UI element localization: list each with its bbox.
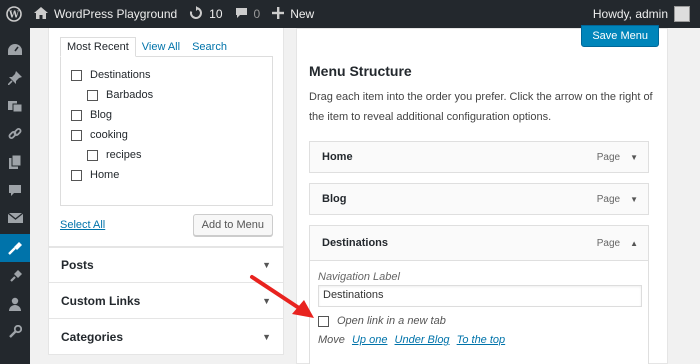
list-item[interactable]: Home xyxy=(71,165,262,185)
updates-count: 10 xyxy=(209,7,223,21)
menu-item-title: Home xyxy=(322,151,353,163)
pages-tabs-area: Most Recent View All Search Destinations… xyxy=(49,28,283,246)
list-item[interactable]: Destinations xyxy=(71,65,262,85)
new-content-link[interactable]: New xyxy=(266,0,320,28)
site-name: WordPress Playground xyxy=(54,7,178,21)
chevron-down-icon[interactable]: ▼ xyxy=(630,153,638,162)
comments-link[interactable]: 0 xyxy=(229,0,267,28)
list-item[interactable]: cooking xyxy=(71,125,262,145)
navigation-label-caption: Navigation Label xyxy=(318,271,400,283)
page-checkbox[interactable] xyxy=(71,109,82,121)
menu-item-destinations[interactable]: Destinations Page ▲ xyxy=(309,225,649,261)
page-label: Destinations xyxy=(90,69,151,81)
menu-structure-title: Menu Structure xyxy=(309,63,412,79)
media-icon[interactable] xyxy=(0,92,30,120)
list-item[interactable]: recipes xyxy=(71,145,262,165)
menu-item-type-label: Page xyxy=(596,237,621,249)
chevron-down-icon[interactable]: ▼ xyxy=(630,195,638,204)
accordion-categories[interactable]: Categories ▼ xyxy=(48,319,284,355)
move-to-top-link[interactable]: To the top xyxy=(457,334,506,346)
updates-link[interactable]: 10 xyxy=(183,0,228,28)
admin-bar: W WordPress Playground 10 0 New Howdy, a… xyxy=(0,0,700,28)
appearance-icon[interactable] xyxy=(0,234,30,262)
wordpress-icon[interactable]: W xyxy=(0,0,28,28)
menu-item-type: Page ▼ xyxy=(597,152,638,163)
page-label: Blog xyxy=(90,109,113,121)
page-checkbox[interactable] xyxy=(71,129,82,141)
pages-panel: Most Recent View All Search Destinations… xyxy=(48,28,284,247)
account-menu[interactable]: Howdy, admin xyxy=(593,0,700,28)
page-checkbox[interactable] xyxy=(87,89,98,101)
page-checkbox[interactable] xyxy=(87,149,98,161)
accordion-label: Categories xyxy=(61,329,124,344)
page-label: Barbados xyxy=(106,89,154,101)
refresh-icon xyxy=(189,5,209,23)
accordion-label: Posts xyxy=(61,258,94,272)
dashboard-icon[interactable] xyxy=(0,36,30,64)
plus-icon xyxy=(272,6,290,22)
chevron-up-icon[interactable]: ▲ xyxy=(630,239,638,248)
new-tab-label: Open link in a new tab xyxy=(337,315,446,327)
menu-item-blog[interactable]: Blog Page ▼ xyxy=(309,183,649,215)
site-name-link[interactable]: WordPress Playground xyxy=(28,0,183,28)
tools-icon[interactable] xyxy=(0,318,30,346)
tab-search[interactable]: Search xyxy=(186,38,233,56)
move-under-blog-link[interactable]: Under Blog xyxy=(395,334,450,346)
users-icon[interactable] xyxy=(0,290,30,318)
page-label: Home xyxy=(90,169,120,181)
pages-checklist: Destinations Barbados Blog cooking recip… xyxy=(60,56,273,206)
new-label: New xyxy=(290,7,315,21)
menu-item-type: Page ▲ xyxy=(597,238,638,249)
tab-most-recent[interactable]: Most Recent xyxy=(60,37,136,57)
page-label: recipes xyxy=(106,149,142,161)
chevron-down-icon: ▼ xyxy=(262,331,271,342)
menu-structure: Menu Structure Drag each item into the o… xyxy=(309,63,657,127)
navigation-label-input[interactable]: Destinations xyxy=(318,285,642,307)
menu-item-title: Blog xyxy=(322,193,347,205)
comments-count: 0 xyxy=(253,7,261,21)
list-actions: Select All Add to Menu xyxy=(60,214,273,236)
admin-menu xyxy=(0,28,30,364)
move-row: Move Up one Under Blog To the top xyxy=(318,334,640,346)
save-menu-button[interactable]: Save Menu xyxy=(581,25,659,47)
chevron-down-icon: ▼ xyxy=(262,260,271,270)
pages-icon[interactable] xyxy=(0,148,30,176)
howdy-greeting: Howdy, admin xyxy=(592,7,668,21)
move-label: Move xyxy=(318,334,345,346)
tab-view-all[interactable]: View All xyxy=(136,38,186,56)
menu-structure-description: Drag each item into the order you prefer… xyxy=(309,91,653,123)
add-to-menu-button[interactable]: Add to Menu xyxy=(192,214,273,236)
page-checkbox[interactable] xyxy=(71,169,82,181)
accordion-label: Custom Links xyxy=(61,293,141,308)
select-all-link[interactable]: Select All xyxy=(60,219,105,231)
mail-icon[interactable] xyxy=(0,204,30,232)
new-tab-option[interactable]: Open link in a new tab xyxy=(318,315,640,327)
move-up-one-link[interactable]: Up one xyxy=(352,334,387,346)
list-item[interactable]: Blog xyxy=(71,105,262,125)
menu-item-settings: Navigation Label Destinations Open link … xyxy=(309,261,649,364)
menu-item-title: Destinations xyxy=(322,237,389,249)
menu-item-type: Page ▼ xyxy=(597,194,638,205)
plugins-icon[interactable] xyxy=(0,262,30,290)
svg-text:W: W xyxy=(8,11,20,21)
menu-item-type-label: Page xyxy=(596,151,621,163)
page-label: cooking xyxy=(90,129,128,141)
links-icon[interactable] xyxy=(0,120,30,148)
comment-icon xyxy=(235,7,254,22)
menu-management: Save Menu Menu Structure Drag each item … xyxy=(296,25,668,364)
pin-icon[interactable] xyxy=(0,64,30,92)
comments-icon[interactable] xyxy=(0,176,30,204)
list-item[interactable]: Barbados xyxy=(71,85,262,105)
annotation-arrow-icon xyxy=(250,275,314,318)
page-checkbox[interactable] xyxy=(71,69,82,81)
avatar xyxy=(674,6,690,22)
menu-item-home[interactable]: Home Page ▼ xyxy=(309,141,649,173)
pages-tabs: Most Recent View All Search xyxy=(60,36,273,57)
menu-item-type-label: Page xyxy=(596,193,621,205)
home-icon xyxy=(34,6,54,22)
